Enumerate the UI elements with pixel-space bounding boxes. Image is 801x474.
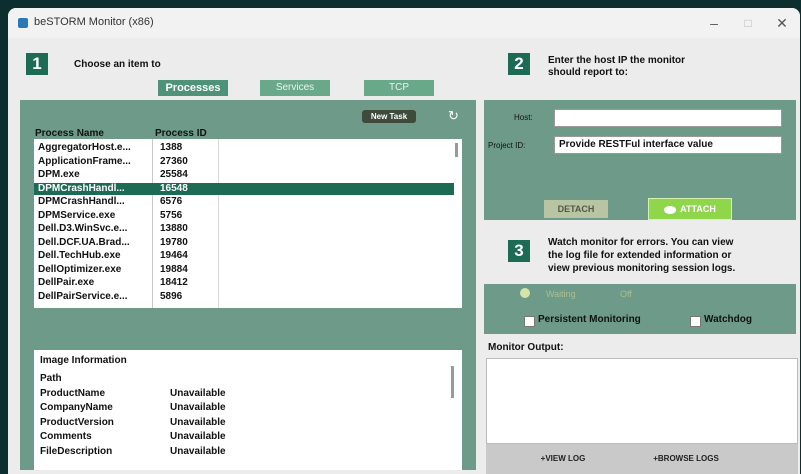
project-id-input[interactable]: Provide RESTFul interface value — [554, 136, 782, 154]
maximize-icon[interactable]: □ — [738, 13, 758, 33]
status-label: Waiting — [546, 289, 576, 299]
title-bar: beSTORM Monitor (x86) – □ ✕ — [8, 8, 800, 38]
info-key: ProductName — [40, 387, 106, 399]
persistent-label[interactable]: Persistent Monitoring — [538, 314, 641, 326]
processes-panel: New Task ↻ Process Name Process ID Aggre… — [20, 100, 476, 470]
table-row[interactable]: DPMCrashHandl... 16548 — [34, 182, 454, 195]
view-log-button[interactable]: +VIEW LOG — [528, 454, 598, 463]
process-name-cell: ApplicationFrame... — [38, 155, 131, 167]
step-3-line3: view previous monitoring session logs. — [548, 263, 736, 274]
process-name-cell: Dell.DCF.UA.Brad... — [38, 236, 130, 248]
step-1-badge: 1 — [26, 53, 48, 75]
app-window: beSTORM Monitor (x86) – □ ✕ 1 Choose an … — [8, 8, 800, 474]
step-3-line1: Watch monitor for errors. You can view — [548, 237, 734, 248]
process-id-cell: 19780 — [160, 236, 188, 248]
process-id-cell: 25584 — [160, 169, 188, 180]
process-id-cell: 6576 — [160, 196, 183, 207]
monitor-output-label: Monitor Output: — [488, 342, 564, 353]
eye-icon — [664, 205, 677, 214]
table-row[interactable]: DPMCrashHandl... 6576 — [34, 196, 454, 208]
step-2-badge: 2 — [508, 53, 530, 75]
app-icon — [18, 18, 28, 28]
host-panel: Host: Project ID: Provide RESTFul interf… — [484, 100, 796, 220]
host-label: Host: — [514, 113, 533, 122]
table-row[interactable]: Dell.D3.WinSvc.e... 13880 — [34, 223, 454, 235]
close-icon[interactable]: ✕ — [772, 13, 792, 33]
table-row[interactable]: ApplicationFrame... 27360 — [34, 156, 454, 168]
step-3-line2: the log file for extended information or — [548, 250, 732, 261]
status-indicator-icon — [520, 288, 530, 298]
table-row[interactable]: DellOptimizer.exe 19884 — [34, 264, 454, 276]
status-value: Off — [620, 289, 632, 299]
minimize-icon[interactable]: – — [704, 13, 724, 33]
process-id-cell: 18412 — [160, 277, 188, 288]
tab-processes[interactable]: Processes — [158, 80, 228, 96]
table-row[interactable]: DPM.exe 25584 — [34, 169, 454, 181]
tab-tcp[interactable]: TCP — [364, 80, 434, 96]
image-info-box: Image Information Path ProductName Unavail… — [34, 350, 462, 470]
process-id-cell: 27360 — [160, 155, 188, 167]
process-id-cell: 19464 — [160, 250, 188, 261]
info-value: Unavailable — [170, 445, 226, 457]
table-row[interactable]: AggregatorHost.e... 1388 — [34, 142, 454, 154]
info-key: CompanyName — [40, 402, 113, 413]
step-2-line2: should report to: — [548, 67, 628, 78]
process-name-cell: DellPair.exe — [38, 277, 95, 288]
process-id-cell: 5896 — [160, 290, 183, 302]
process-name-cell: DPMCrashHandl... — [38, 196, 125, 207]
browse-logs-button[interactable]: +BROWSE LOGS — [644, 454, 728, 463]
step-2-line1: Enter the host IP the monitor — [548, 55, 686, 66]
process-id-cell: 5756 — [160, 209, 183, 221]
process-name-cell: AggregatorHost.e... — [38, 142, 131, 153]
window-title: beSTORM Monitor (x86) — [34, 16, 154, 28]
process-name-cell: DPM.exe — [38, 169, 80, 180]
attach-button[interactable]: ATTACH — [648, 198, 732, 220]
table-row[interactable]: DPMService.exe 5756 — [34, 210, 454, 222]
process-id-cell: 19884 — [160, 263, 188, 275]
table-row[interactable]: Dell.DCF.UA.Brad... 19780 — [34, 237, 454, 249]
detach-button[interactable]: DETACH — [544, 200, 608, 218]
host-input[interactable] — [554, 109, 782, 127]
image-info-title: Image Information — [40, 355, 127, 366]
info-key: FileDescription — [40, 445, 113, 457]
refresh-icon[interactable]: ↻ — [448, 108, 459, 124]
table-row[interactable]: DellPairService.e... 5896 — [34, 291, 454, 303]
process-name-cell: Dell.D3.WinSvc.e... — [38, 223, 128, 234]
process-id-cell: 1388 — [160, 142, 183, 153]
project-id-label: Project ID: — [488, 141, 526, 150]
step-1-label: Choose an item to — [74, 59, 161, 70]
process-name-cell: DPMService.exe — [38, 209, 116, 221]
persistent-checkbox[interactable] — [524, 316, 535, 327]
info-value: Unavailable — [170, 387, 226, 399]
log-buttons-bar: +VIEW LOG +BROWSE LOGS — [486, 444, 798, 474]
new-task-button[interactable]: New Task — [362, 110, 416, 123]
tab-services[interactable]: Services — [260, 80, 330, 96]
info-scrollbar[interactable] — [451, 366, 454, 398]
watchdog-checkbox[interactable] — [690, 316, 701, 327]
process-name-cell: Dell.TechHub.exe — [38, 250, 121, 261]
list-scrollbar[interactable] — [455, 143, 458, 157]
process-name-cell: DellPairService.e... — [38, 290, 128, 302]
info-value: Unavailable — [170, 402, 226, 413]
step-3-badge: 3 — [508, 240, 530, 262]
process-id-cell: 13880 — [160, 223, 188, 234]
watchdog-label[interactable]: Watchdog — [704, 314, 752, 326]
process-list[interactable]: AggregatorHost.e... 1388 ApplicationFrame.… — [34, 139, 462, 308]
info-value: Unavailable — [170, 431, 226, 442]
info-key: ProductVersion — [40, 416, 114, 428]
process-id-cell: 16548 — [160, 182, 188, 194]
info-key: Path — [40, 373, 62, 384]
monitor-output-box[interactable] — [486, 358, 798, 444]
attach-label: ATTACH — [680, 204, 716, 214]
process-name-cell: DPMCrashHandl... — [38, 182, 125, 194]
monitor-options-panel: Waiting Off Persistent Monitoring Watchd… — [484, 284, 796, 334]
table-row[interactable]: DellPair.exe 18412 — [34, 277, 454, 289]
info-key: Comments — [40, 431, 92, 442]
process-name-cell: DellOptimizer.exe — [38, 263, 122, 275]
table-row[interactable]: Dell.TechHub.exe 19464 — [34, 250, 454, 262]
info-value: Unavailable — [170, 416, 226, 428]
